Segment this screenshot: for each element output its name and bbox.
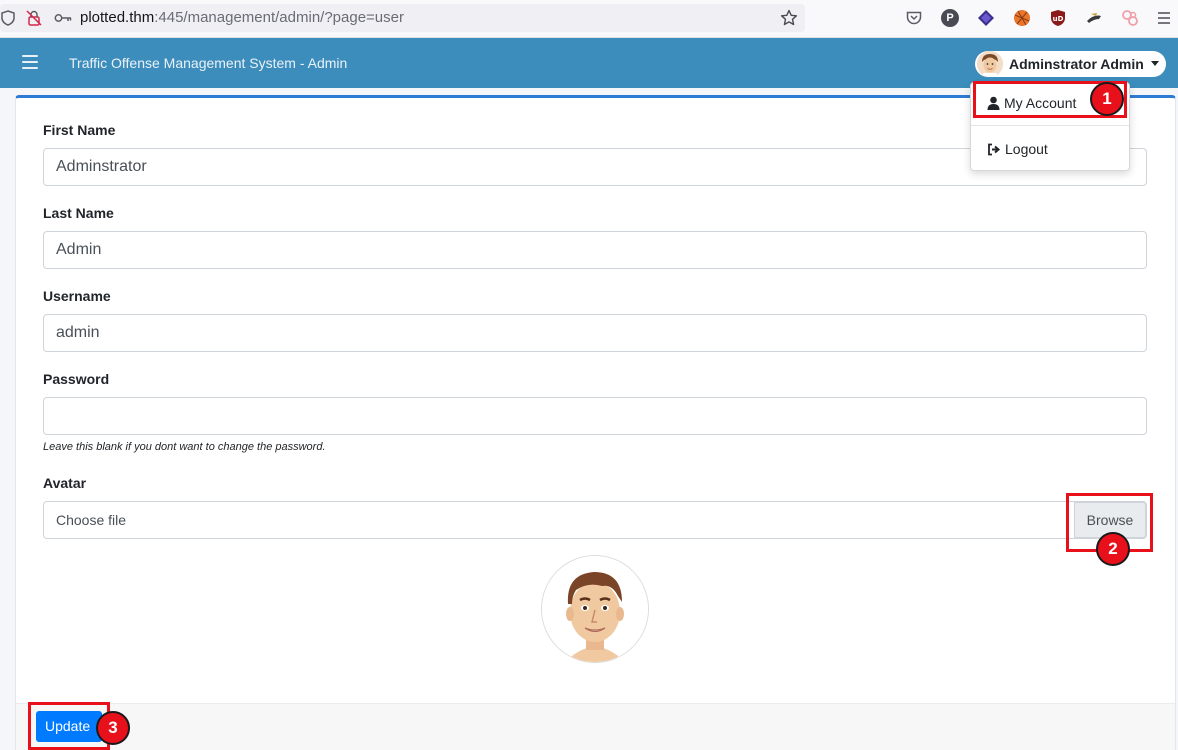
extension-diamond-icon[interactable] [977, 9, 995, 27]
url-text[interactable]: plotted.thm:445/management/admin/?page=u… [80, 4, 404, 32]
annotation-badge-1: 1 [1090, 82, 1124, 116]
sign-out-icon [988, 143, 1001, 155]
extension-link-icon[interactable] [1121, 9, 1139, 27]
dropdown-divider [971, 125, 1129, 126]
user-name: Adminstrator Admin [1009, 56, 1144, 72]
password-help-text: Leave this blank if you dont want to cha… [43, 441, 326, 453]
username-input[interactable]: admin [43, 314, 1147, 352]
username-label: Username [43, 288, 111, 304]
pocket-icon[interactable] [905, 9, 923, 27]
last-name-input[interactable]: Admin [43, 231, 1147, 269]
star-icon[interactable] [780, 9, 798, 27]
annotation-badge-2: 2 [1096, 532, 1130, 566]
app-title: Traffic Offense Management System - Admi… [69, 55, 348, 71]
last-name-label: Last Name [43, 205, 114, 221]
menu-icon[interactable] [1157, 11, 1171, 25]
logout-menu-item[interactable]: Logout [987, 141, 1048, 157]
chevron-down-icon [1151, 61, 1159, 66]
file-placeholder: Choose file [56, 512, 127, 528]
profile-p-icon[interactable]: P [941, 9, 959, 27]
shield-icon[interactable] [0, 10, 16, 26]
card-footer [16, 703, 1175, 750]
url-bar[interactable]: plotted.thm:445/management/admin/?page=u… [0, 4, 805, 32]
user-avatar [977, 51, 1003, 77]
url-host: plotted.thm [80, 9, 155, 26]
password-label: Password [43, 371, 110, 387]
extension-hat-icon[interactable] [1085, 9, 1103, 27]
password-input[interactable] [43, 397, 1147, 435]
logout-label: Logout [1005, 141, 1048, 157]
user-menu-button[interactable]: Adminstrator Admin [975, 51, 1166, 77]
url-path: :445/management/admin/?page=user [154, 9, 404, 26]
browser-toolbar: plotted.thm:445/management/admin/?page=u… [0, 0, 1178, 38]
annotation-badge-3: 3 [96, 711, 130, 745]
ublock-text: uD [1053, 15, 1064, 23]
key-icon[interactable] [54, 10, 72, 26]
ublock-icon[interactable]: uD [1049, 8, 1067, 28]
sidebar-toggle-icon[interactable] [22, 55, 38, 69]
extension-ball-icon[interactable] [1013, 9, 1031, 27]
first-name-label: First Name [43, 122, 116, 138]
avatar-preview [541, 555, 649, 663]
avatar-label: Avatar [43, 475, 87, 491]
avatar-file-input[interactable]: Choose file [43, 501, 1147, 539]
insecure-lock-icon[interactable] [26, 10, 42, 26]
